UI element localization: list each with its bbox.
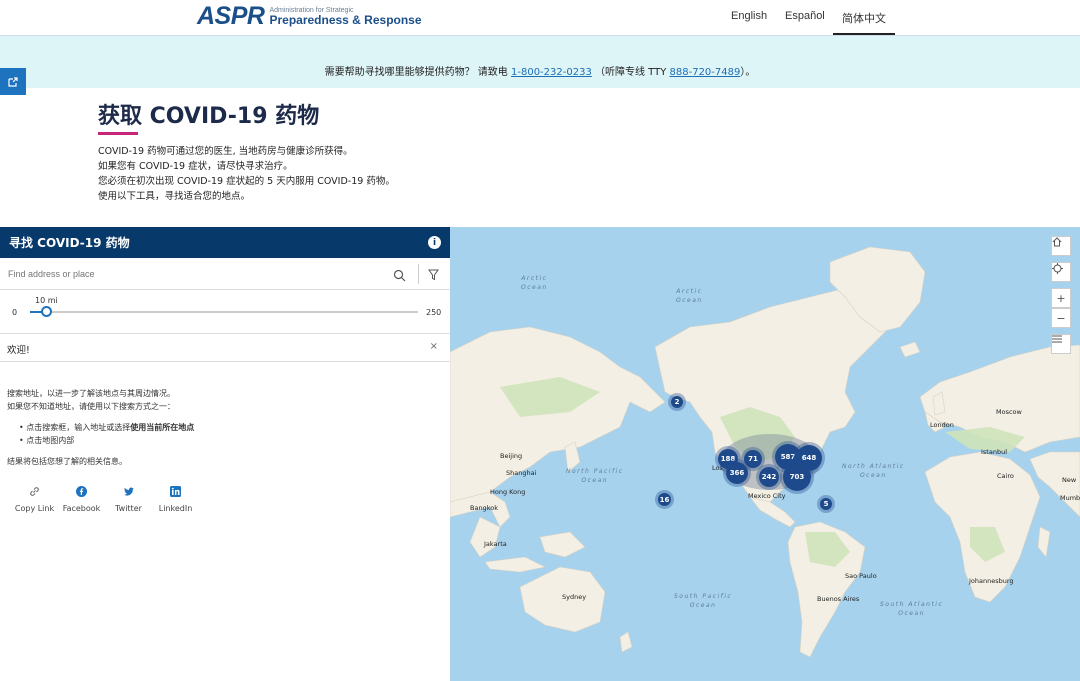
intro-line: 您必须在初次出现 COVID-19 症状起的 5 天内服用 COVID-19 药… (98, 176, 395, 187)
slider-max: 250 (426, 308, 442, 317)
city-label: Johannesburg (969, 577, 1014, 585)
welcome-paragraph: 搜索地址，以进一步了解该地点与其周边情况。 (7, 389, 175, 398)
share-label: Copy Link (14, 504, 55, 513)
ocean-label: South Pacific Ocean (674, 593, 733, 609)
city-label: Hong Kong (490, 488, 526, 496)
help-prefix: 需要帮助寻找哪里能够提供药物？ 请致电 (324, 67, 508, 78)
twitter-button[interactable]: Twitter (105, 484, 152, 515)
city-label: Bangkok (470, 504, 498, 512)
city-label: Mumb (1060, 494, 1080, 502)
distance-slider: 10 mi 0 250 (0, 290, 450, 334)
city-label: Sao Paulo (845, 572, 877, 580)
slider-value: 10 mi (35, 296, 58, 305)
city-label: London (930, 421, 954, 429)
help-middle: （听障专线 TTY (595, 67, 667, 78)
city-label: Sydney (562, 593, 587, 601)
welcome-title: 欢迎! (7, 345, 30, 356)
cluster-marker[interactable]: 703 (783, 463, 811, 491)
page-title: 获取 COVID-19 药物 (98, 104, 320, 129)
home-icon[interactable] (1051, 236, 1071, 256)
lang-chinese[interactable]: 简体中文 (833, 10, 895, 35)
info-icon[interactable]: i (428, 236, 441, 249)
linkedin-icon (152, 484, 199, 499)
tty-link[interactable]: 888-720-7489 (670, 67, 741, 78)
intro-text: COVID-19 药物可通过您的医生, 当地药房与健康诊所获得。 如果您有 CO… (98, 144, 395, 204)
cluster-marker[interactable]: 242 (759, 467, 779, 487)
city-label: Jakarta (484, 540, 507, 548)
share-label: Twitter (115, 504, 142, 513)
help-banner: 需要帮助寻找哪里能够提供药物？ 请致电 1-800-232-0233 （听障专线… (0, 35, 1080, 88)
cluster-marker[interactable]: 71 (744, 450, 762, 468)
share-icon[interactable] (0, 68, 26, 95)
world-map[interactable]: Arctic Ocean Arctic Ocean North Pacific Oce… (450, 227, 1080, 681)
copy-link-button[interactable]: Copy Link (11, 484, 58, 515)
slider-min: 0 (12, 308, 18, 317)
help-text: 需要帮助寻找哪里能够提供药物？ 请致电 1-800-232-0233 （听障专线… (0, 63, 1080, 78)
welcome-body: 搜索地址，以进一步了解该地点与其周边情况。 如果您不知道地址，请使用以下搜索方式… (0, 362, 450, 515)
logo-mark: ASPR (197, 1, 265, 30)
list-item: 点击地图内部 (19, 434, 450, 447)
city-label: New (1062, 476, 1077, 484)
phone-link[interactable]: 1-800-232-0233 (511, 67, 592, 78)
cluster-marker[interactable]: 16 (658, 493, 671, 506)
layers-menu-icon[interactable] (1051, 334, 1071, 354)
twitter-icon (105, 484, 152, 499)
city-label: Mexico City (748, 492, 786, 500)
bullet-text: 点击搜索框，输入地址或选择 (26, 423, 131, 432)
bullet-bold: 使用当前所在地点 (130, 423, 195, 432)
ocean-label: North Atlantic Ocean (842, 463, 905, 479)
search-icon[interactable] (393, 267, 406, 286)
intro-line: COVID-19 药物可通过您的医生, 当地药房与健康诊所获得。 (98, 146, 353, 157)
search-row (0, 258, 450, 290)
intro-line: 如果您有 COVID-19 症状，请尽快寻求治疗。 (98, 161, 293, 172)
intro-line: 使用以下工具，寻找适合您的地点。 (98, 191, 251, 202)
panel-title: 寻找 COVID-19 药物 (9, 236, 130, 250)
top-header: ASPR Administration for Strategic Prepar… (0, 0, 1080, 35)
slider-handle[interactable] (40, 306, 52, 317)
lang-english[interactable]: English (731, 10, 767, 22)
zoom-in-button[interactable]: + (1051, 288, 1071, 308)
cluster-marker[interactable]: 2 (671, 396, 683, 408)
lang-espanol[interactable]: Español (785, 10, 825, 22)
facebook-button[interactable]: Facebook (58, 484, 105, 515)
ocean-label: South Atlantic Ocean (880, 601, 944, 617)
city-label: Buenos Aires (817, 595, 860, 603)
panel-header: 寻找 COVID-19 药物 i (0, 227, 450, 258)
zoom-out-button[interactable]: − (1051, 308, 1071, 328)
city-label: Istanbul (981, 448, 1008, 456)
title-underline (98, 132, 138, 135)
link-icon (11, 484, 58, 499)
divider (418, 264, 419, 284)
share-row: Copy Link Facebook Twitter LinkedIn (11, 484, 450, 515)
locate-icon[interactable] (1051, 262, 1071, 282)
filter-icon[interactable] (428, 266, 439, 285)
linkedin-button[interactable]: LinkedIn (152, 484, 199, 515)
city-label: Shanghai (506, 469, 537, 477)
cluster-marker[interactable]: 366 (726, 462, 748, 484)
city-label: Cairo (997, 472, 1014, 480)
list-item: 点击搜索框，输入地址或选择使用当前所在地点 (19, 421, 450, 434)
ocean-label: Arctic Ocean (521, 275, 548, 291)
ocean-label: North Pacific Ocean (566, 468, 624, 484)
aspr-logo[interactable]: ASPR Administration for Strategic Prepar… (197, 1, 422, 31)
help-suffix: ）。 (740, 67, 756, 78)
share-label: Facebook (62, 504, 101, 513)
welcome-header: 欢迎! × (0, 334, 450, 362)
city-label: Moscow (996, 408, 1022, 416)
city-label: Beijing (500, 452, 523, 460)
logo-title: Preparedness & Response (269, 12, 422, 27)
close-icon[interactable]: × (430, 341, 438, 352)
slider-track[interactable] (30, 311, 418, 313)
bullet-text: 点击地图内部 (26, 436, 75, 445)
ocean-label: Arctic Ocean (676, 288, 703, 304)
search-input[interactable] (0, 258, 418, 289)
cluster-marker[interactable]: 5 (820, 498, 832, 510)
welcome-paragraph: 如果您不知道地址，请使用以下搜索方式之一： (7, 402, 175, 411)
welcome-paragraph: 结果将包括您想了解的相关信息。 (7, 457, 127, 466)
facebook-icon (58, 484, 105, 499)
finder-panel: 寻找 COVID-19 药物 i 10 mi 0 250 欢迎! × 搜索地址，… (0, 227, 450, 681)
share-label: LinkedIn (158, 504, 193, 513)
